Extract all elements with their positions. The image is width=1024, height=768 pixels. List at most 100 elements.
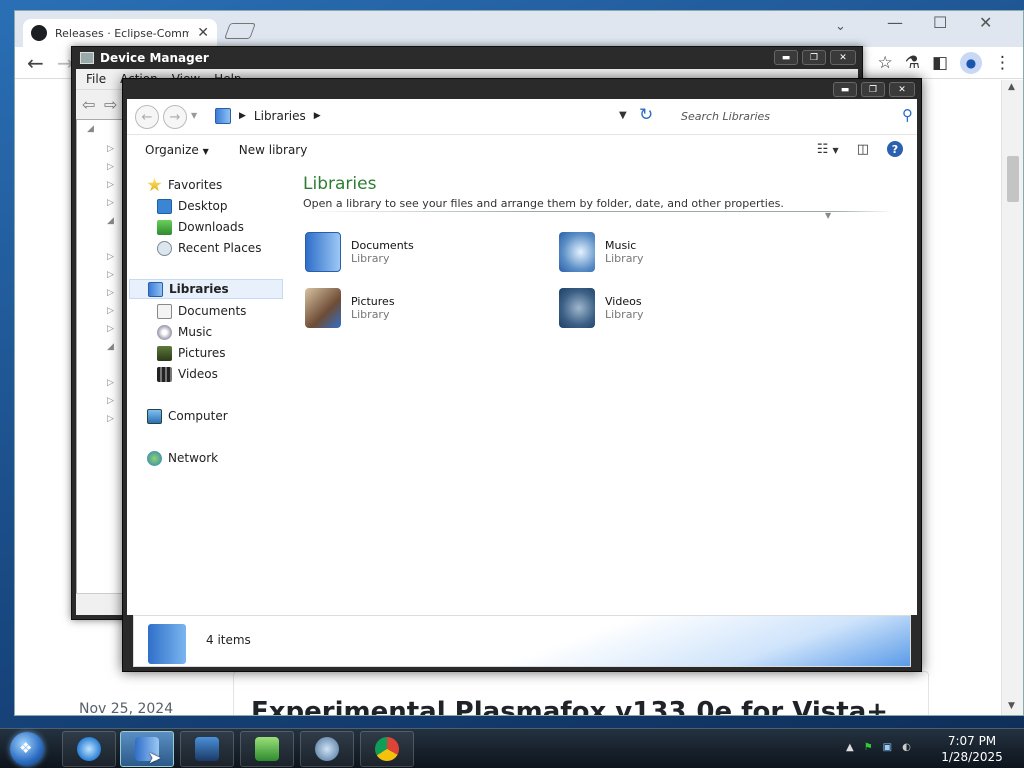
tab-releases[interactable]: Releases · Eclipse-Comm ✕ [23,19,217,47]
tree-node-expander[interactable]: ◢ [107,342,114,352]
tree-node-expander[interactable]: ▷ [107,306,114,316]
forward-icon[interactable]: ⇨ [104,95,117,114]
tree-node-expander[interactable]: ▷ [107,414,114,424]
tree-node-expander[interactable]: ▷ [107,288,114,298]
scroll-thumb[interactable] [1007,156,1019,202]
back-icon[interactable]: ⇦ [82,95,95,114]
page-scrollbar[interactable]: ▲ ▼ [1001,80,1023,715]
nav-music[interactable]: Music [157,322,212,342]
tree-node-expander[interactable]: ▷ [107,252,114,262]
tree-node-expander[interactable]: ▷ [107,198,114,208]
mouse-cursor-icon: ➤ [148,748,162,767]
address-dropdown-icon[interactable]: ▼ [619,110,627,121]
taskbar-chrome[interactable] [360,731,414,767]
tree-node-expander[interactable]: ▷ [107,396,114,406]
system-tray: ▲ ⚑ ▣ ◐ [846,742,911,753]
nav-network-label: Network [168,451,219,465]
music-library-icon [559,232,595,272]
search-icon[interactable]: ⚲ [902,106,913,124]
show-hidden-icons[interactable]: ▲ [846,742,854,753]
tree-node-expander[interactable]: ▷ [107,162,114,172]
taskbar-ie[interactable] [62,731,116,767]
tab-search-icon[interactable]: ⌄ [835,19,846,34]
nav-libraries[interactable]: Libraries [129,279,283,299]
breadcrumb[interactable]: ▶ Libraries ▶ [215,108,321,124]
nav-documents[interactable]: Documents [157,301,246,321]
volume-icon[interactable]: ◐ [902,742,911,753]
breadcrumb-libraries[interactable]: Libraries [254,109,306,123]
nav-network[interactable]: Network [147,448,218,468]
nav-downloads[interactable]: Downloads [157,217,244,237]
chevron-right-icon[interactable]: ▶ [314,111,321,121]
nav-desktop[interactable]: Desktop [157,196,228,216]
network-tray-icon[interactable]: ▣ [883,742,892,753]
taskbar-device-manager[interactable] [240,731,294,767]
back-button[interactable]: ← [135,105,159,129]
refresh-icon[interactable]: ↻ [639,105,653,125]
close-button[interactable]: ✕ [889,82,915,97]
minimize-icon[interactable]: — [887,13,903,32]
profile-avatar-icon[interactable]: ● [960,52,982,74]
lab-icon[interactable]: ⚗ [905,53,920,73]
library-type: Library [605,252,644,265]
flag-icon[interactable]: ⚑ [864,742,873,753]
library-music[interactable]: Music Library [559,231,779,273]
nav-recent-places[interactable]: Recent Places [157,238,261,258]
menu-file[interactable]: File [86,72,106,86]
nav-pictures-label: Pictures [178,346,226,360]
device-manager-titlebar[interactable]: Device Manager [72,47,862,69]
tab-strip: Releases · Eclipse-Comm ✕ ⌄ — ☐ ✕ [15,11,1023,47]
new-tab-button[interactable] [224,23,256,39]
release-heading[interactable]: Experimental Plasmafox v133.0e for Vista… [251,697,888,715]
taskbar-explorer[interactable] [120,731,174,767]
internet-explorer-icon [77,737,101,761]
organize-button[interactable]: Organize ▼ [145,143,209,157]
tree-node-expander[interactable]: ▷ [107,270,114,280]
star-icon [147,177,162,192]
tree-node-expander[interactable]: ◢ [107,216,114,226]
search-input[interactable]: Search Libraries ⚲ [673,105,919,127]
maximize-button[interactable]: ❐ [861,82,885,97]
tree-node-expander[interactable]: ▷ [107,144,114,154]
side-panel-icon[interactable]: ◧ [932,53,948,73]
start-button[interactable]: ❖ [10,732,44,766]
nav-computer[interactable]: Computer [147,406,228,426]
clock[interactable]: 7:07 PM 1/28/2025 [930,733,1014,765]
tree-node-expander[interactable]: ▷ [107,378,114,388]
close-button[interactable]: ✕ [830,50,856,65]
release-date: Nov 25, 2024 [79,701,174,716]
close-tab-icon[interactable]: ✕ [197,25,209,41]
tree-node-expander[interactable]: ▷ [107,180,114,190]
close-icon[interactable]: ✕ [979,13,992,32]
preview-pane-icon[interactable]: ◫ [857,142,869,157]
forward-button[interactable]: → [163,105,187,129]
menu-icon[interactable]: ⋮ [994,53,1011,73]
nav-pictures[interactable]: Pictures [157,343,226,363]
tree-root-expander[interactable]: ◢ [87,124,94,134]
scroll-up-icon[interactable]: ▲ [1008,82,1015,92]
library-documents[interactable]: Documents Library [305,231,525,273]
help-icon[interactable]: ? [887,141,903,157]
taskbar-app[interactable] [300,731,354,767]
tree-node-expander[interactable]: ▷ [107,324,114,334]
media-player-icon [195,737,219,761]
recent-pages-icon[interactable]: ▼ [191,111,197,120]
change-view-icon[interactable]: ☷ ▼ [817,142,839,157]
maximize-button[interactable]: ❐ [802,50,826,65]
minimize-button[interactable]: ▬ [774,50,798,65]
bookmark-star-icon[interactable]: ☆ [877,53,892,73]
chevron-right-icon[interactable]: ▶ [239,111,246,121]
minimize-button[interactable]: ▬ [833,82,857,97]
library-videos[interactable]: Videos Library [559,287,779,329]
nav-favorites[interactable]: Favorites [147,175,222,195]
documents-library-icon [305,232,341,272]
back-arrow-icon[interactable]: ← [27,51,44,75]
maximize-icon[interactable]: ☐ [933,13,947,32]
library-pictures[interactable]: Pictures Library [305,287,525,329]
taskbar-media-player[interactable] [180,731,234,767]
library-name: Documents [351,239,414,252]
new-library-button[interactable]: New library [239,143,308,157]
toolbar-icons: ☆ ⚗ ◧ ● ⋮ [877,52,1011,74]
scroll-down-icon[interactable]: ▼ [1008,701,1015,711]
nav-videos[interactable]: Videos [157,364,218,384]
